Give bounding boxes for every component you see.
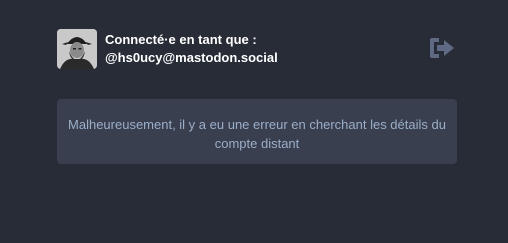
account-handle: @hs0ucy@mastodon.social bbox=[105, 50, 278, 65]
avatar-image bbox=[57, 29, 97, 69]
error-message-text: Malheureusement, il y a eu une erreur en… bbox=[68, 117, 446, 151]
logged-in-label: Connecté·e en tant que : bbox=[105, 32, 257, 47]
logged-in-as-text: Connecté·e en tant que : @hs0ucy@mastodo… bbox=[105, 31, 278, 67]
logout-button[interactable] bbox=[428, 36, 456, 60]
error-message-box: Malheureusement, il y a eu une erreur en… bbox=[57, 99, 457, 164]
avatar[interactable] bbox=[57, 29, 97, 69]
sign-out-icon bbox=[430, 38, 454, 58]
account-header: Connecté·e en tant que : @hs0ucy@mastodo… bbox=[57, 29, 457, 69]
